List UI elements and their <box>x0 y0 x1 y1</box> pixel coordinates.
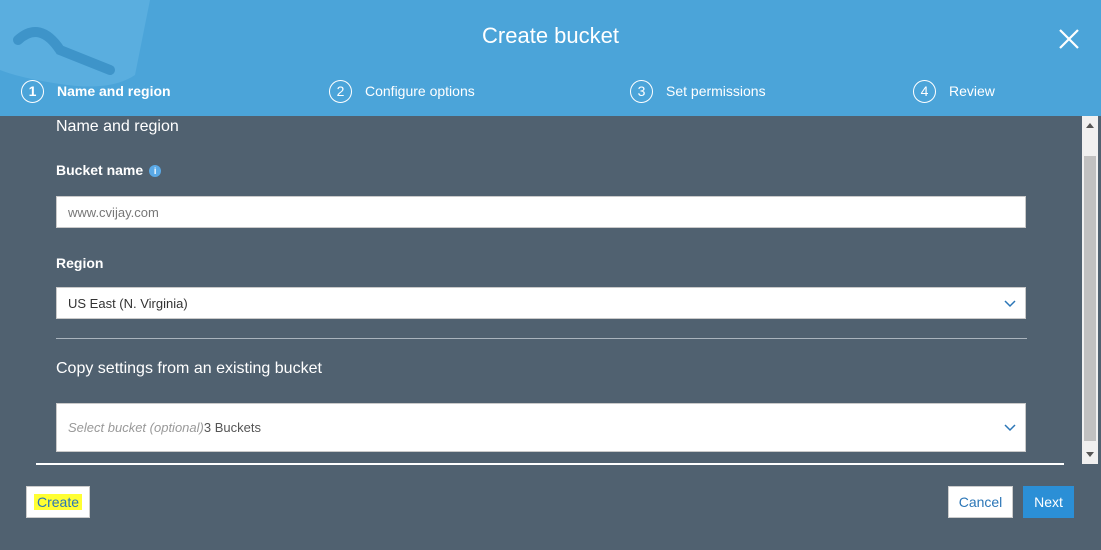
chevron-down-icon <box>1004 424 1016 432</box>
region-select[interactable]: US East (N. Virginia) <box>56 287 1026 319</box>
step-name-and-region[interactable]: 1 Name and region <box>21 77 171 105</box>
bucket-name-label-text: Bucket name <box>56 162 144 178</box>
bucket-name-input[interactable]: www.cvijay.com <box>56 196 1026 228</box>
copy-settings-text: Select bucket (optional)3 Buckets <box>68 420 261 435</box>
scroll-thumb[interactable] <box>1084 156 1096 441</box>
section-title: Name and region <box>56 118 179 135</box>
step-label: Configure options <box>365 83 475 99</box>
scroll-up-arrow-icon[interactable] <box>1086 123 1094 128</box>
form-content: Name and region Bucket name i www.cvijay.… <box>0 116 1080 464</box>
section-divider <box>56 338 1027 339</box>
dialog-header: Create bucket 1 Name and region 2 Config… <box>0 0 1101 116</box>
vertical-scrollbar[interactable] <box>1082 116 1098 464</box>
step-number: 3 <box>630 79 653 103</box>
scroll-down-arrow-icon[interactable] <box>1086 452 1094 457</box>
step-number: 1 <box>21 79 44 103</box>
step-set-permissions[interactable]: 3 Set permissions <box>630 77 766 105</box>
copy-settings-select[interactable]: Select bucket (optional)3 Buckets <box>56 403 1026 452</box>
bucket-count: 3 Buckets <box>203 420 261 435</box>
step-label: Name and region <box>57 83 171 99</box>
region-value: US East (N. Virginia) <box>68 296 188 311</box>
chevron-down-icon <box>1004 300 1016 308</box>
step-label: Set permissions <box>666 83 766 99</box>
step-label: Review <box>949 83 995 99</box>
step-review[interactable]: 4 Review <box>913 77 995 105</box>
bucket-name-label: Bucket name i <box>56 162 162 178</box>
footer-divider <box>36 463 1064 465</box>
info-icon[interactable]: i <box>149 165 162 178</box>
copy-settings-placeholder: Select bucket (optional) <box>68 420 204 435</box>
bucket-name-placeholder: www.cvijay.com <box>68 205 159 220</box>
copy-settings-title: Copy settings from an existing bucket <box>56 360 322 377</box>
step-number: 2 <box>329 79 352 103</box>
step-configure-options[interactable]: 2 Configure options <box>329 77 475 105</box>
region-label: Region <box>56 255 104 271</box>
create-button-label: Create <box>33 494 83 510</box>
dialog-title: Create bucket <box>482 23 619 48</box>
create-button[interactable]: Create <box>26 486 90 518</box>
next-button[interactable]: Next <box>1023 486 1074 518</box>
cancel-button[interactable]: Cancel <box>948 486 1013 518</box>
close-icon[interactable] <box>1054 24 1084 54</box>
step-number: 4 <box>913 79 936 103</box>
